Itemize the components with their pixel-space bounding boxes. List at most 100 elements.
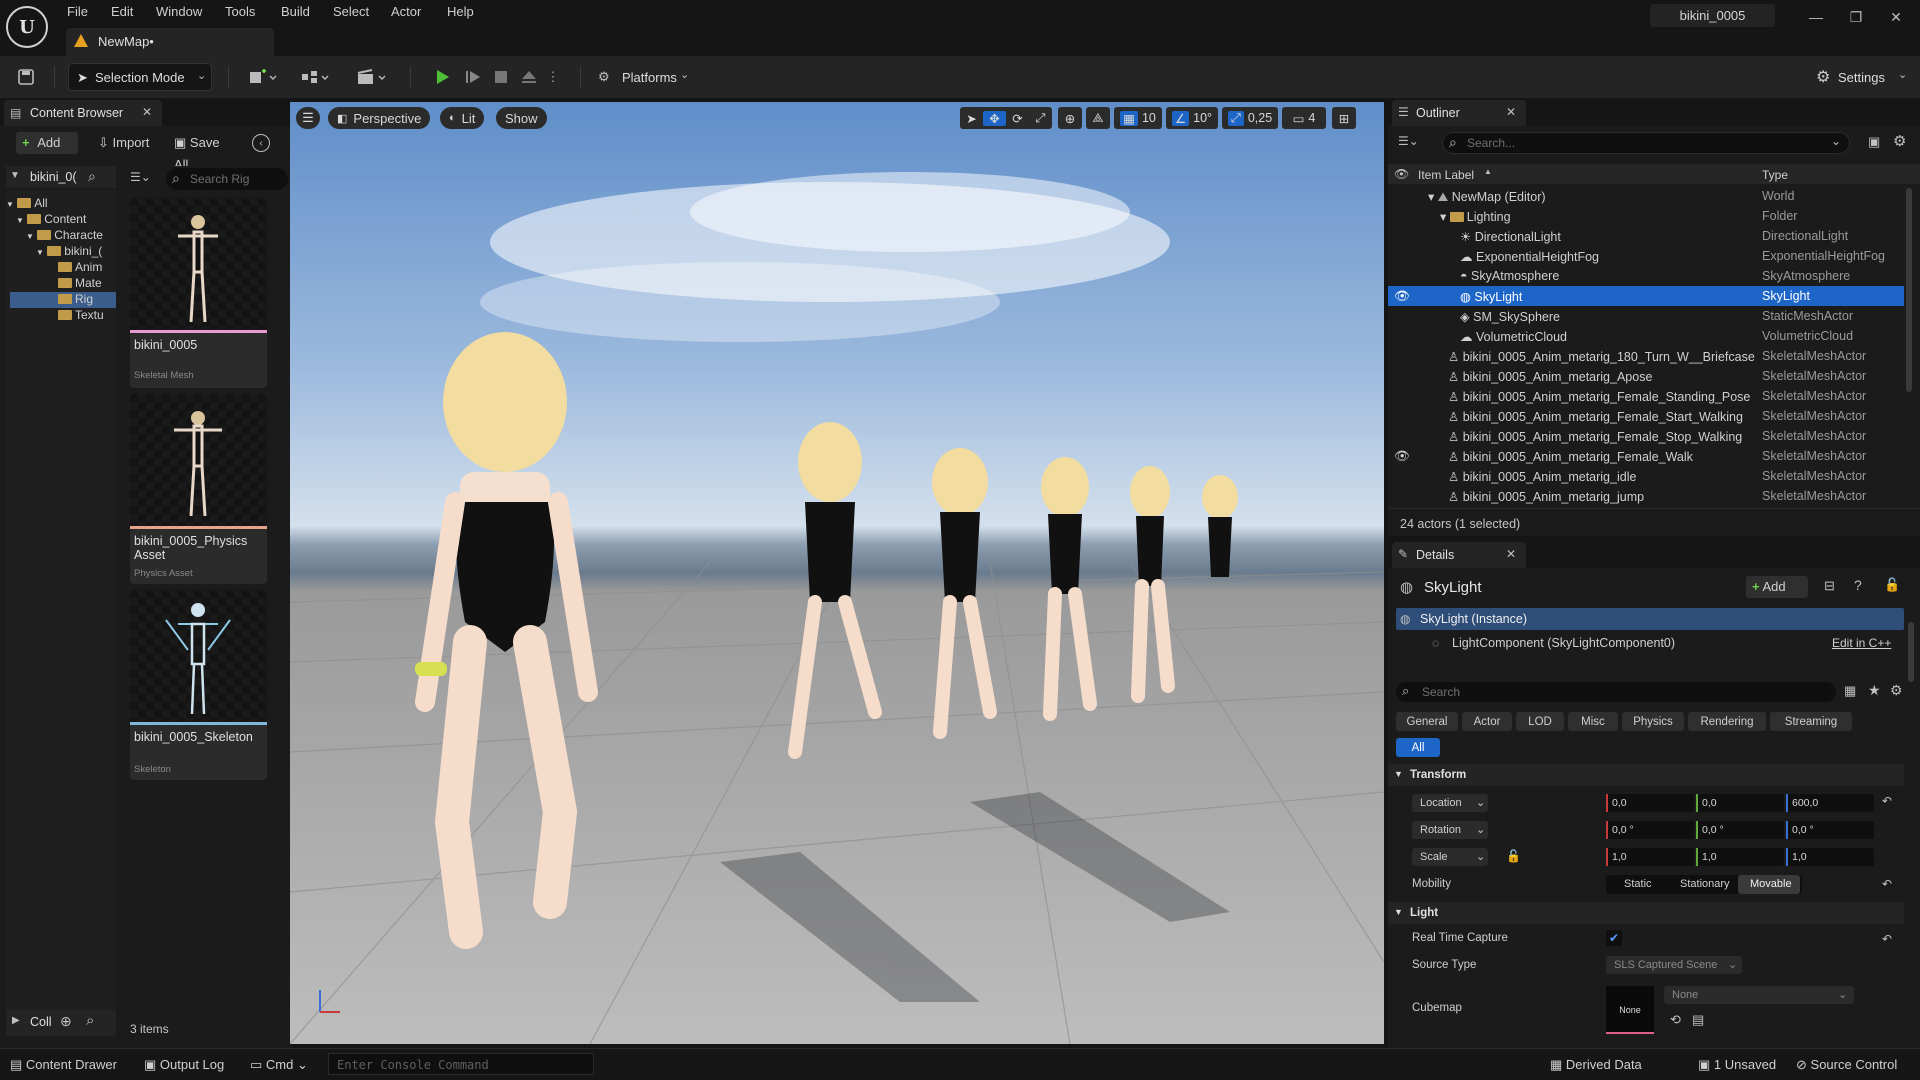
details-search-input[interactable]: ⌕ Search: [1396, 682, 1836, 702]
minimize-icon[interactable]: —: [1798, 6, 1834, 28]
tab-outliner[interactable]: ☰ Outliner ✕: [1392, 100, 1526, 126]
document-tab-newmap[interactable]: NewMap•: [66, 28, 274, 56]
rotation-z-input[interactable]: 0,0 °: [1786, 821, 1874, 839]
blueprint-icon[interactable]: ⊟: [1824, 578, 1835, 594]
lock-icon[interactable]: 🔓: [1884, 577, 1900, 593]
blueprints-icon[interactable]: [296, 63, 334, 91]
scale-dropdown[interactable]: Scale ⌄: [1412, 848, 1488, 866]
world-space-icon[interactable]: ⊕: [1058, 107, 1082, 129]
category-streaming[interactable]: Streaming: [1770, 712, 1852, 731]
asset-tile-physics-asset[interactable]: bikini_0005_Physics Asset Physics Asset: [130, 394, 267, 584]
mobility-movable[interactable]: Movable: [1750, 878, 1792, 890]
transform-section-header[interactable]: ▼ Transform: [1388, 764, 1904, 786]
category-misc[interactable]: Misc: [1568, 712, 1618, 731]
settings-dropdown[interactable]: ⚙ Settings ⌄: [1810, 63, 1910, 91]
outliner-row[interactable]: ♙ bikini_0005_Anim_metarig_180_Turn_W__B…: [1388, 346, 1904, 366]
unsaved-button[interactable]: ▣ 1 Unsaved: [1698, 1057, 1776, 1073]
menu-select[interactable]: Select: [326, 3, 376, 21]
eject-icon[interactable]: [516, 63, 542, 91]
close-tab-icon[interactable]: ✕: [1506, 105, 1516, 119]
expand-icon[interactable]: ▼: [10, 170, 20, 181]
add-actor-icon[interactable]: [244, 63, 282, 91]
cmd-dropdown[interactable]: ▭ Cmd ⌄: [250, 1057, 308, 1073]
category-lod[interactable]: LOD: [1516, 712, 1564, 731]
scale-z-input[interactable]: 1,0: [1786, 848, 1874, 866]
tree-item-content[interactable]: ▼ Content: [16, 212, 126, 228]
scale-snap-toggle[interactable]: ⤢ 0,25: [1222, 107, 1278, 129]
gear-icon[interactable]: ⚙: [1890, 682, 1903, 699]
category-actor[interactable]: Actor: [1462, 712, 1512, 731]
browse-icon[interactable]: ▤: [1692, 1012, 1704, 1028]
component-root-row[interactable]: ◍ SkyLight (Instance): [1396, 608, 1904, 630]
outliner-row[interactable]: ◈ SM_SkySphere StaticMeshActor: [1388, 306, 1904, 326]
outliner-row[interactable]: ♙ bikini_0005_Anim_metarig_Female_Standi…: [1388, 386, 1904, 406]
lit-button[interactable]: ◐ Lit: [440, 107, 485, 129]
filter-icon[interactable]: ☰⌄: [1398, 134, 1419, 148]
outliner-row[interactable]: ◓ SkyAtmosphere SkyAtmosphere: [1388, 266, 1904, 286]
menu-edit[interactable]: Edit: [104, 3, 140, 21]
play-options-icon[interactable]: ⋮: [546, 63, 560, 91]
location-y-input[interactable]: 0,0: [1696, 794, 1784, 812]
advance-frame-icon[interactable]: [460, 63, 486, 91]
close-tab-icon[interactable]: ✕: [142, 105, 152, 119]
outliner-row[interactable]: ☁ VolumetricCloud VolumetricCloud: [1388, 326, 1904, 346]
tab-content-browser[interactable]: ▤ Content Browser ✕: [4, 100, 162, 126]
cubemap-thumbnail[interactable]: None: [1606, 986, 1654, 1034]
details-scrollbar[interactable]: [1908, 622, 1914, 682]
perspective-button[interactable]: ◧ Perspective: [328, 107, 431, 129]
cubemap-dropdown[interactable]: None ⌄: [1664, 986, 1854, 1004]
platforms-dropdown[interactable]: ⚙ Platforms ⌄: [596, 63, 692, 91]
scale-tool-icon[interactable]: ⤢: [1029, 111, 1052, 126]
derived-data-button[interactable]: ▦ Derived Data: [1550, 1057, 1642, 1073]
category-general[interactable]: General: [1396, 712, 1458, 731]
outliner-row[interactable]: ♙ bikini_0005_Anim_metarig_Female_Start_…: [1388, 406, 1904, 426]
outliner-row[interactable]: ▾ Lighting Folder: [1388, 206, 1904, 226]
gear-icon[interactable]: ⚙: [1893, 132, 1906, 150]
add-collection-icon[interactable]: ⊕: [60, 1013, 72, 1030]
reset-icon[interactable]: ↶: [1882, 877, 1892, 891]
edit-in-cpp-link[interactable]: Edit in C++: [1832, 636, 1891, 650]
outliner-row[interactable]: ♙ bikini_0005_Anim_metarig_idle SkeletalM…: [1388, 466, 1904, 486]
surface-snap-icon[interactable]: ⟁: [1086, 107, 1110, 129]
close-tab-icon[interactable]: ✕: [1506, 547, 1516, 561]
camera-speed-button[interactable]: ▭ 4: [1282, 107, 1326, 129]
lock-icon[interactable]: 🔓: [1506, 849, 1521, 863]
cinematics-icon[interactable]: [352, 63, 392, 91]
viewport-options-icon[interactable]: ☰: [296, 107, 320, 129]
new-folder-icon[interactable]: ▣: [1868, 134, 1880, 150]
rotation-snap-toggle[interactable]: ∠ 10°: [1166, 107, 1218, 129]
outliner-row[interactable]: ☀ DirectionalLight DirectionalLight: [1388, 226, 1904, 246]
outliner-row[interactable]: ▾ ⛰ NewMap (Editor) World: [1388, 186, 1904, 206]
history-back-icon[interactable]: ‹: [252, 134, 270, 152]
play-icon[interactable]: [428, 63, 456, 91]
location-z-input[interactable]: 600,0: [1786, 794, 1874, 812]
import-button[interactable]: ⇩ Import: [92, 132, 158, 154]
tree-item-all[interactable]: ▼ All: [6, 196, 116, 212]
menu-tools[interactable]: Tools: [218, 3, 262, 21]
mobility-stationary[interactable]: Stationary: [1680, 878, 1730, 890]
menu-window[interactable]: Window: [149, 3, 209, 21]
table-view-icon[interactable]: ▦: [1844, 683, 1856, 699]
help-icon[interactable]: ?: [1854, 577, 1862, 593]
save-all-button[interactable]: ▣ Save All: [168, 132, 242, 172]
column-item-label[interactable]: Item Label: [1418, 168, 1474, 182]
tree-item-characters[interactable]: ▼ Characte: [26, 228, 136, 244]
search-icon[interactable]: ⌕: [88, 168, 96, 185]
menu-actor[interactable]: Actor: [384, 3, 428, 21]
outliner-row[interactable]: 👁 ♙ bikini_0005_Anim_metarig_Female_Walk S…: [1388, 446, 1904, 466]
use-selected-icon[interactable]: ⟲: [1670, 1012, 1681, 1028]
collections-header[interactable]: ▶ Coll ⊕ ⌕: [6, 1010, 116, 1036]
save-icon[interactable]: [12, 63, 40, 91]
selection-mode-dropdown[interactable]: ➤ Selection Mode ⌄: [68, 63, 212, 91]
filter-icon[interactable]: ☰⌄: [130, 170, 158, 192]
viewport-layout-icon[interactable]: ⊞: [1332, 107, 1356, 129]
console-command-input[interactable]: Enter Console Command: [328, 1053, 594, 1075]
reset-icon[interactable]: ↶: [1882, 932, 1892, 946]
light-section-header[interactable]: ▼ Light: [1388, 902, 1904, 924]
category-physics[interactable]: Physics: [1622, 712, 1684, 731]
real-time-capture-checkbox[interactable]: ✔: [1606, 930, 1622, 946]
show-button[interactable]: Show: [496, 107, 547, 129]
content-drawer-button[interactable]: ▤ Content Drawer: [10, 1057, 117, 1073]
asset-tile-skeleton[interactable]: bikini_0005_Skeleton Skeleton: [130, 590, 267, 780]
select-tool-icon[interactable]: ➤: [960, 111, 983, 126]
